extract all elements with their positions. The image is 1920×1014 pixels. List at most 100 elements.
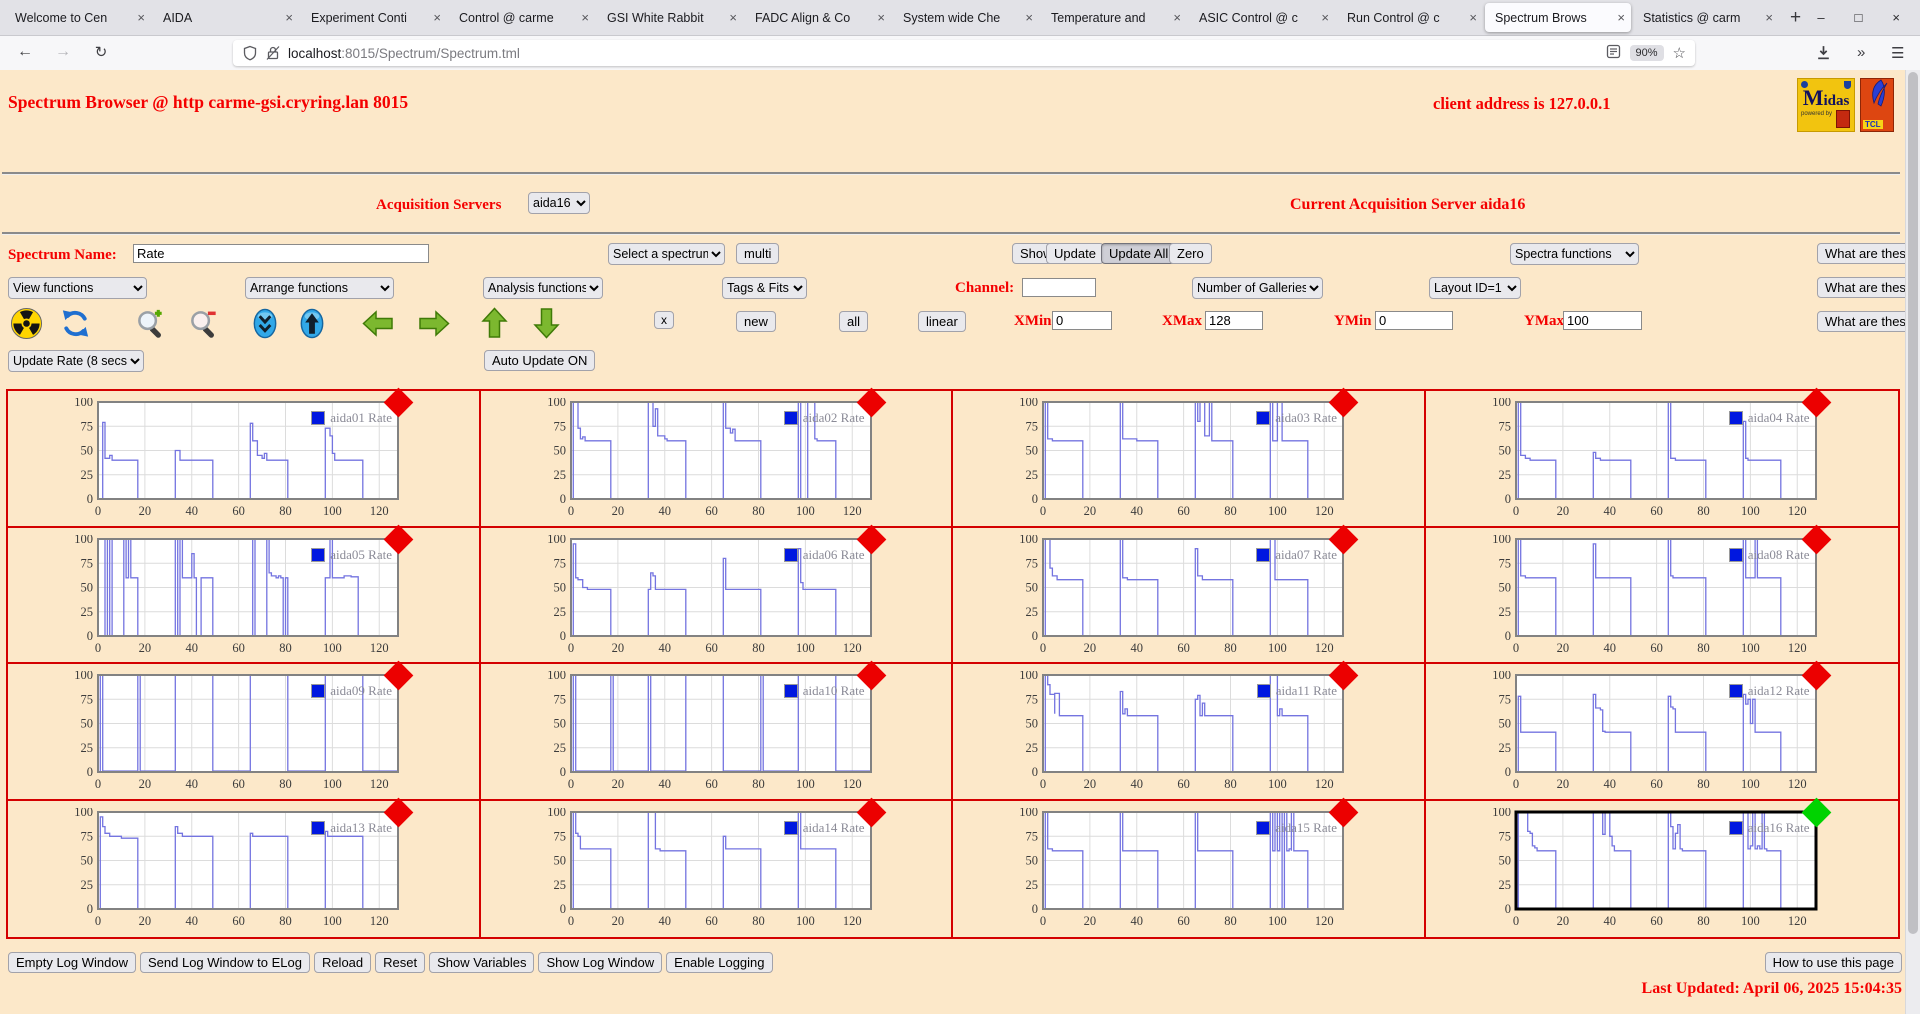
spectrum-name-input[interactable] (133, 244, 429, 263)
spectrum-chart[interactable]: 0255075100020406080100120aida01 Rate (68, 398, 412, 520)
gallery-cell-aida12-rate[interactable]: 0255075100020406080100120aida12 Rate (1426, 664, 1899, 801)
linear-button[interactable]: linear (918, 311, 966, 332)
ymin-input[interactable] (1375, 311, 1453, 330)
tab-welcome-to-cen[interactable]: Welcome to Cen× (5, 3, 151, 32)
refresh-icon[interactable] (58, 306, 92, 340)
more-tools-icon[interactable]: » (1857, 44, 1865, 61)
arrow-right-icon[interactable] (417, 306, 451, 340)
tcl-powered-logo[interactable]: TCL POWERED (1860, 78, 1894, 132)
channel-input[interactable] (1022, 278, 1096, 297)
how-to-use-button[interactable]: How to use this page (1765, 952, 1902, 973)
empty-log-window-button[interactable]: Empty Log Window (8, 952, 136, 973)
spectrum-chart[interactable]: 0255075100020406080100120aida16 Rate (1486, 808, 1830, 930)
tab-close-icon[interactable]: × (285, 10, 293, 25)
hamburger-menu-icon[interactable]: ☰ (1891, 44, 1904, 62)
bookmark-star-icon[interactable]: ☆ (1673, 44, 1686, 62)
spectrum-chart[interactable]: 0255075100020406080100120aida04 Rate (1486, 398, 1830, 520)
window-minimize-button[interactable]: – (1817, 10, 1824, 25)
x-axis-button[interactable]: x (654, 311, 674, 329)
arrow-down-icon[interactable] (529, 306, 563, 340)
url-bar[interactable]: localhost:8015/Spectrum/Spectrum.tml 90%… (233, 40, 1695, 66)
gallery-cell-aida14-rate[interactable]: 0255075100020406080100120aida14 Rate (481, 801, 954, 938)
xmin-input[interactable] (1052, 311, 1112, 330)
all-button[interactable]: all (839, 311, 868, 332)
spectrum-chart[interactable]: 0255075100020406080100120aida06 Rate (541, 535, 885, 657)
forward-button[interactable]: → (50, 43, 76, 61)
zoom-level-button[interactable]: 90% (1630, 45, 1664, 61)
arrow-up-icon[interactable] (477, 306, 511, 340)
back-button[interactable]: ← (12, 43, 38, 61)
tab-close-icon[interactable]: × (877, 10, 885, 25)
auto-update-button[interactable]: Auto Update ON (484, 350, 595, 371)
gallery-cell-aida04-rate[interactable]: 0255075100020406080100120aida04 Rate (1426, 391, 1899, 528)
tab-close-icon[interactable]: × (1617, 10, 1625, 25)
tab-close-icon[interactable]: × (1321, 10, 1329, 25)
analysis-functions-dropdown[interactable]: Analysis functions (483, 277, 603, 299)
gallery-cell-aida08-rate[interactable]: 0255075100020406080100120aida08 Rate (1426, 528, 1899, 665)
expand-vertical-icon[interactable] (295, 306, 329, 340)
tab-temperature-and[interactable]: Temperature and× (1041, 3, 1187, 32)
tab-close-icon[interactable]: × (137, 10, 145, 25)
spectrum-chart[interactable]: 0255075100020406080100120aida02 Rate (541, 398, 885, 520)
tab-run-control-c[interactable]: Run Control @ c× (1337, 3, 1483, 32)
ymax-input[interactable] (1563, 311, 1642, 330)
multi-button[interactable]: multi (736, 243, 779, 264)
tab-close-icon[interactable]: × (1173, 10, 1181, 25)
spectrum-chart[interactable]: 0255075100020406080100120aida10 Rate (541, 671, 885, 793)
reload-button[interactable]: Reload (314, 952, 371, 973)
window-close-button[interactable]: × (1892, 10, 1900, 25)
tab-experiment-conti[interactable]: Experiment Conti× (301, 3, 447, 32)
spectrum-chart[interactable]: 0255075100020406080100120aida08 Rate (1486, 535, 1830, 657)
tab-close-icon[interactable]: × (729, 10, 737, 25)
tab-asic-control-c[interactable]: ASIC Control @ c× (1189, 3, 1335, 32)
gallery-cell-aida01-rate[interactable]: 0255075100020406080100120aida01 Rate (8, 391, 481, 528)
update-rate-dropdown[interactable]: Update Rate (8 secs) (8, 350, 144, 372)
tab-close-icon[interactable]: × (433, 10, 441, 25)
tab-close-icon[interactable]: × (581, 10, 589, 25)
spectrum-chart[interactable]: 0255075100020406080100120aida09 Rate (68, 671, 412, 793)
gallery-cell-aida07-rate[interactable]: 0255075100020406080100120aida07 Rate (953, 528, 1426, 665)
gallery-cell-aida03-rate[interactable]: 0255075100020406080100120aida03 Rate (953, 391, 1426, 528)
select-spectrum-dropdown[interactable]: Select a spectrum (608, 243, 725, 265)
new-tab-button[interactable]: + (1790, 7, 1801, 29)
lock-slash-icon[interactable] (265, 45, 281, 61)
gallery-cell-aida05-rate[interactable]: 0255075100020406080100120aida05 Rate (8, 528, 481, 665)
update-all-button[interactable]: Update All (1101, 243, 1176, 264)
tab-gsi-white-rabbit[interactable]: GSI White Rabbit× (597, 3, 743, 32)
show-log-window-button[interactable]: Show Log Window (538, 952, 662, 973)
reader-mode-icon[interactable] (1606, 44, 1621, 62)
layout-id-dropdown[interactable]: Layout ID=1 (1429, 277, 1521, 299)
zoom-out-icon[interactable] (187, 306, 221, 340)
new-button[interactable]: new (736, 311, 776, 332)
zero-button[interactable]: Zero (1169, 243, 1212, 264)
spectrum-chart[interactable]: 0255075100020406080100120aida07 Rate (1013, 535, 1357, 657)
send-log-window-to-elog-button[interactable]: Send Log Window to ELog (140, 952, 310, 973)
enable-logging-button[interactable]: Enable Logging (666, 952, 772, 973)
tab-fadc-align-co[interactable]: FADC Align & Co× (745, 3, 891, 32)
collapse-vertical-icon[interactable] (248, 306, 282, 340)
page-scrollbar[interactable] (1905, 70, 1920, 1014)
show-variables-button[interactable]: Show Variables (429, 952, 534, 973)
scrollbar-thumb[interactable] (1908, 72, 1918, 934)
tab-control-carme[interactable]: Control @ carme× (449, 3, 595, 32)
tab-spectrum-brows[interactable]: Spectrum Brows× (1485, 3, 1631, 32)
radiation-icon[interactable] (9, 306, 43, 340)
spectrum-chart[interactable]: 0255075100020406080100120aida03 Rate (1013, 398, 1357, 520)
number-of-galleries-dropdown[interactable]: Number of Galleries (1192, 277, 1323, 299)
spectrum-chart[interactable]: 0255075100020406080100120aida13 Rate (68, 808, 412, 930)
tab-statistics-carm[interactable]: Statistics @ carm× (1633, 3, 1779, 32)
tab-close-icon[interactable]: × (1469, 10, 1477, 25)
spectrum-chart[interactable]: 0255075100020406080100120aida05 Rate (68, 535, 412, 657)
gallery-cell-aida02-rate[interactable]: 0255075100020406080100120aida02 Rate (481, 391, 954, 528)
window-maximize-button[interactable]: □ (1855, 10, 1863, 25)
url-text[interactable]: localhost:8015/Spectrum/Spectrum.tml (288, 46, 520, 61)
view-functions-dropdown[interactable]: View functions (8, 277, 147, 299)
arrange-functions-dropdown[interactable]: Arrange functions (245, 277, 394, 299)
shield-icon[interactable] (242, 45, 258, 61)
tab-close-icon[interactable]: × (1025, 10, 1033, 25)
xmax-input[interactable] (1205, 311, 1263, 330)
gallery-cell-aida09-rate[interactable]: 0255075100020406080100120aida09 Rate (8, 664, 481, 801)
acquisition-server-select[interactable]: aida16 (528, 192, 590, 214)
tab-close-icon[interactable]: × (1765, 10, 1773, 25)
reload-button[interactable]: ↻ (88, 43, 114, 61)
